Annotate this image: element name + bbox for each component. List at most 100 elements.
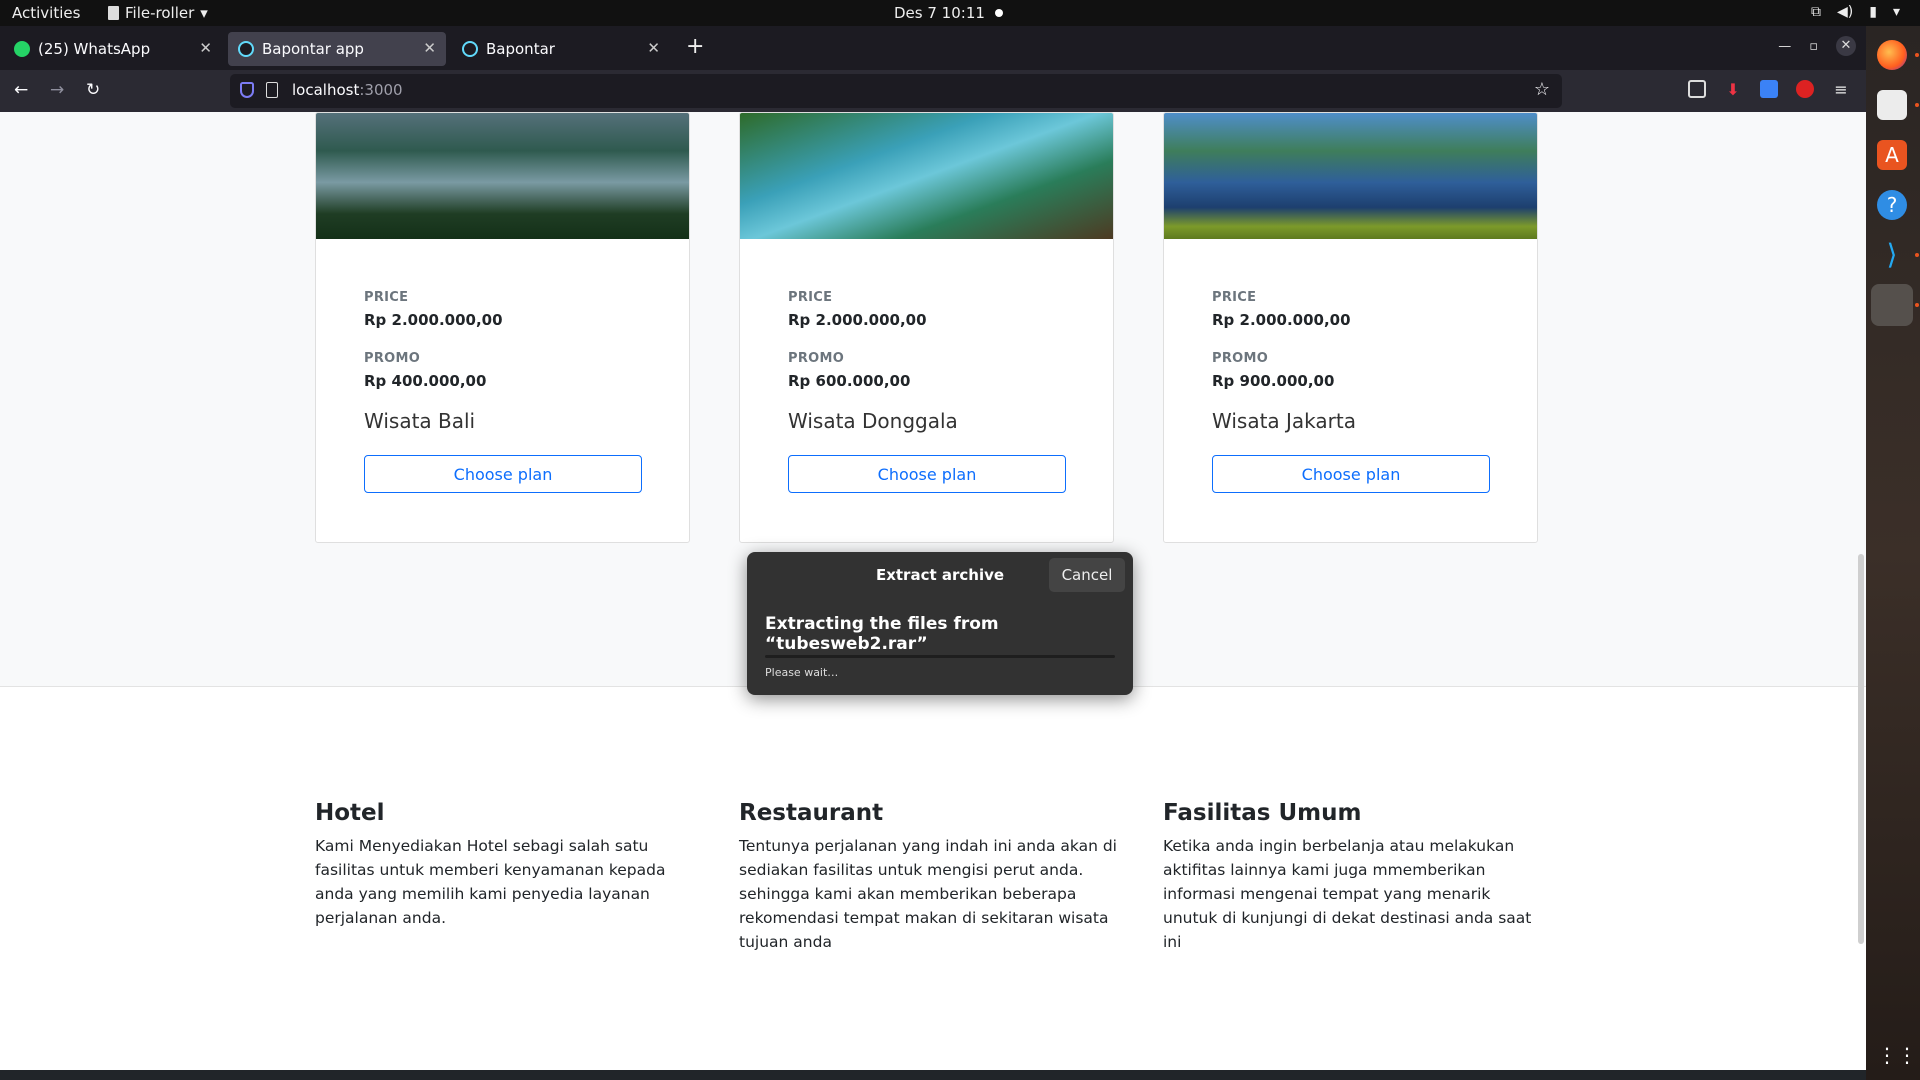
minimize-button[interactable]: —	[1778, 39, 1791, 54]
reload-button[interactable]: ↻	[86, 80, 100, 100]
browser-tab-strip: (25) WhatsApp ✕ Bapontar app ✕ Bapontar …	[0, 26, 1866, 70]
price-label: PRICE	[788, 290, 833, 305]
feature-title: Hotel	[315, 800, 385, 826]
feature-text: Kami Menyediakan Hotel sebagi salah satu…	[315, 837, 666, 927]
download-icon[interactable]: ⬇	[1724, 80, 1742, 99]
ubuntu-dock: A ? ⟩ ⋮⋮	[1866, 26, 1920, 1080]
whatsapp-icon	[14, 41, 30, 57]
tab-label: (25) WhatsApp	[38, 40, 151, 58]
clock[interactable]: Des 7 10:11	[894, 4, 1003, 22]
pricing-card-jakarta: PRICE Rp 2.000.000,00 PROMO Rp 900.000,0…	[1163, 112, 1538, 543]
close-tab-icon[interactable]: ✕	[199, 39, 212, 57]
network-icon: ⧉	[1811, 4, 1822, 20]
running-indicator	[1915, 103, 1919, 107]
react-icon	[462, 41, 478, 57]
card-image-lake	[316, 113, 689, 239]
feature-text: Ketika anda ingin berbelanja atau melaku…	[1163, 837, 1532, 951]
promo-label: PROMO	[1212, 351, 1269, 366]
progress-bar	[765, 655, 1115, 658]
url-host: localhost	[292, 81, 360, 99]
feature-title: Fasilitas Umum	[1163, 800, 1362, 826]
footer-edge	[0, 1070, 1866, 1080]
price-value: Rp 2.000.000,00	[1212, 311, 1351, 329]
software-center-icon[interactable]: A	[1877, 140, 1907, 170]
clock-label: Des 7 10:11	[894, 4, 985, 22]
tracking-protection-icon[interactable]	[240, 82, 254, 98]
url-text[interactable]: localhost:3000	[292, 81, 403, 99]
app-menu-label: File-roller	[125, 4, 195, 22]
app-grid-icon[interactable]: ⋮⋮	[1877, 1040, 1917, 1070]
system-tray[interactable]: ⧉ ◀) ▮ ▾	[1811, 4, 1900, 20]
notification-dot-icon	[994, 9, 1003, 17]
activities-button[interactable]: Activities	[12, 4, 80, 22]
hamburger-menu-icon[interactable]: ≡	[1832, 80, 1850, 99]
close-tab-icon[interactable]: ✕	[423, 39, 436, 57]
maximize-button[interactable]: ▫	[1809, 39, 1818, 54]
url-port: :3000	[359, 81, 403, 99]
price-label: PRICE	[1212, 290, 1257, 305]
chevron-down-icon: ▾	[200, 4, 208, 22]
promo-value: Rp 600.000,00	[788, 372, 911, 390]
pocket-icon[interactable]	[1688, 80, 1706, 98]
card-title: Wisata Bali	[364, 409, 476, 433]
url-bar[interactable]: localhost:3000 ☆	[230, 74, 1562, 108]
price-label: PRICE	[364, 290, 409, 305]
battery-icon: ▮	[1869, 4, 1877, 20]
feature-text: Tentunya perjalanan yang indah ini anda …	[739, 837, 1117, 951]
close-tab-icon[interactable]: ✕	[647, 39, 660, 57]
browser-nav-bar: ← → ↻ localhost:3000 ☆ ⬇ ≡	[0, 70, 1866, 112]
new-tab-button[interactable]: +	[686, 34, 704, 59]
tab-whatsapp[interactable]: (25) WhatsApp ✕	[4, 32, 222, 66]
vscode-icon[interactable]: ⟩	[1877, 240, 1907, 270]
tab-label: Bapontar app	[262, 40, 364, 58]
cancel-button[interactable]: Cancel	[1049, 558, 1125, 592]
running-indicator	[1915, 53, 1919, 57]
feature-hotel: Hotel Kami Menyediakan Hotel sebagi sala…	[315, 800, 695, 930]
file-roller-icon	[108, 6, 119, 20]
promo-label: PROMO	[788, 351, 845, 366]
tab-bapontar[interactable]: Bapontar ✕	[452, 32, 670, 66]
extract-archive-dialog: Extract archive Cancel Extracting the fi…	[747, 552, 1133, 695]
price-value: Rp 2.000.000,00	[788, 311, 927, 329]
page-scrollbar[interactable]	[1858, 554, 1864, 944]
volume-icon: ◀)	[1837, 4, 1854, 20]
app-menu[interactable]: File-roller ▾	[108, 4, 208, 22]
translate-extension-icon[interactable]	[1760, 80, 1778, 98]
page-info-icon[interactable]	[266, 82, 278, 98]
close-window-button[interactable]: ✕	[1836, 36, 1856, 56]
status-text: Please wait…	[765, 666, 839, 679]
card-title: Wisata Jakarta	[1212, 409, 1356, 433]
bookmark-star-icon[interactable]: ☆	[1534, 79, 1550, 100]
pricing-card-bali: PRICE Rp 2.000.000,00 PROMO Rp 400.000,0…	[315, 112, 690, 543]
card-image-lake-trees	[1164, 113, 1537, 239]
extension-icon[interactable]	[1796, 80, 1814, 98]
card-image-river	[740, 113, 1113, 239]
tab-bapontar-app[interactable]: Bapontar app ✕	[228, 32, 446, 66]
pricing-card-donggala: PRICE Rp 2.000.000,00 PROMO Rp 600.000,0…	[739, 112, 1114, 543]
firefox-icon[interactable]	[1877, 40, 1907, 70]
choose-plan-button[interactable]: Choose plan	[788, 455, 1066, 493]
forward-button[interactable]: →	[50, 80, 64, 100]
power-menu-icon: ▾	[1892, 4, 1900, 20]
price-value: Rp 2.000.000,00	[364, 311, 503, 329]
archive-manager-icon[interactable]	[1871, 284, 1913, 326]
system-top-bar: Activities File-roller ▾ Des 7 10:11 ⧉ ◀…	[0, 0, 1920, 26]
choose-plan-button[interactable]: Choose plan	[1212, 455, 1490, 493]
running-indicator	[1915, 253, 1919, 257]
help-icon[interactable]: ?	[1877, 190, 1907, 220]
feature-fasilitas-umum: Fasilitas Umum Ketika anda ingin berbela…	[1163, 800, 1543, 954]
tab-label: Bapontar	[486, 40, 555, 58]
react-icon	[238, 41, 254, 57]
feature-restaurant: Restaurant Tentunya perjalanan yang inda…	[739, 800, 1119, 954]
promo-value: Rp 900.000,00	[1212, 372, 1335, 390]
choose-plan-button[interactable]: Choose plan	[364, 455, 642, 493]
window-controls: — ▫ ✕	[1778, 36, 1856, 56]
files-icon[interactable]	[1877, 90, 1907, 120]
back-button[interactable]: ←	[14, 80, 28, 100]
card-title: Wisata Donggala	[788, 409, 958, 433]
promo-value: Rp 400.000,00	[364, 372, 487, 390]
promo-label: PROMO	[364, 351, 421, 366]
feature-title: Restaurant	[739, 800, 884, 826]
running-indicator	[1915, 303, 1919, 307]
dialog-message: Extracting the files from “tubesweb2.rar…	[765, 614, 999, 654]
